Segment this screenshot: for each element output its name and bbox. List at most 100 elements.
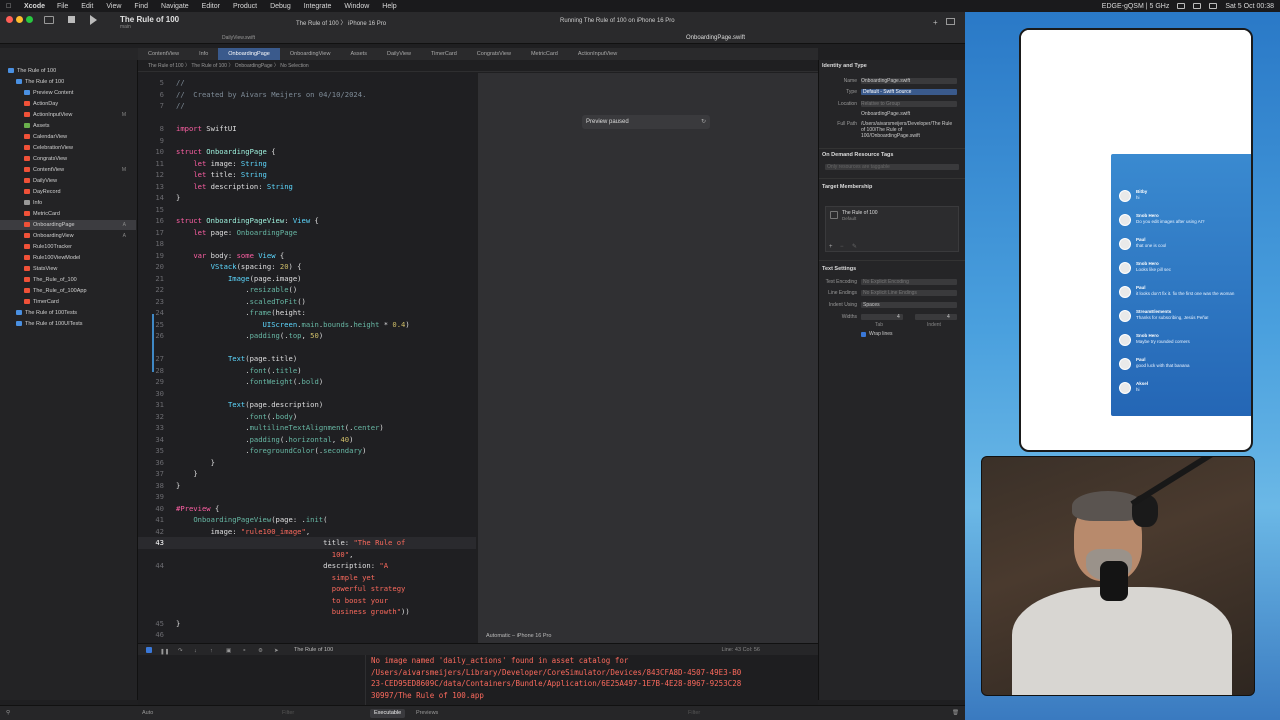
preview-canvas[interactable]: Preview paused ↻ Automatic – iPhone 16 P… — [478, 73, 818, 643]
file-tree-item[interactable]: ContentView M — [0, 165, 136, 175]
previews-segment[interactable]: Previews — [412, 709, 442, 718]
tab-dailyview-file[interactable]: DailyView.swift — [222, 35, 255, 41]
file-tree-item[interactable]: MetricCard — [0, 209, 136, 219]
code-line[interactable]: to boost your — [138, 595, 476, 607]
menu-debug[interactable]: Debug — [270, 3, 291, 10]
menu-clock[interactable]: Sat 5 Oct 00:38 — [1225, 3, 1274, 10]
tab-onboardingpage[interactable]: OnboardingPage — [218, 48, 280, 60]
code-line[interactable]: 24 .frame(height: — [138, 307, 476, 319]
code-line[interactable]: simple yet — [138, 572, 476, 584]
code-line[interactable]: 5 // — [138, 77, 476, 89]
close-window-button[interactable] — [6, 16, 13, 23]
menu-help[interactable]: Help — [382, 3, 396, 10]
code-line[interactable] — [138, 112, 476, 124]
line-endings-popup[interactable]: No Explicit Line Endings — [861, 290, 957, 296]
file-tree-item[interactable]: Rule100ViewModel — [0, 253, 136, 263]
inspector-toggle-icon[interactable] — [946, 18, 955, 25]
add-target-icon[interactable]: + — [829, 244, 833, 250]
executable-segment[interactable]: Executable — [370, 709, 406, 718]
branch-label[interactable]: main — [120, 24, 131, 30]
code-line[interactable]: business growth")) — [138, 606, 476, 618]
code-line[interactable]: 21 Image(page.image) — [138, 273, 476, 285]
menu-editor[interactable]: Editor — [202, 3, 220, 10]
code-line[interactable]: 42 image: "rule100_image", — [138, 526, 476, 538]
menu-file[interactable]: File — [57, 3, 68, 10]
zoom-window-button[interactable] — [26, 16, 33, 23]
encoding-popup[interactable]: No Explicit Encoding — [861, 279, 957, 285]
active-file-title[interactable]: OnboardingPage.swift — [686, 35, 745, 41]
code-editor[interactable]: 5 // 6 // Created by Aivars Meijers on 04/1… — [138, 73, 476, 643]
code-line[interactable]: 37 } — [138, 468, 476, 480]
code-line[interactable]: 31 Text(page.description) — [138, 399, 476, 411]
tab-info[interactable]: Info — [189, 48, 218, 60]
file-tree-item[interactable]: StatsView — [0, 264, 136, 274]
tab-contentview[interactable]: ContentView — [138, 48, 189, 60]
code-line[interactable]: 10 struct OnboardingPage { — [138, 146, 476, 158]
add-icon[interactable]: + — [933, 18, 941, 27]
simulator-window[interactable]: Bitby hi Snob Hero Do you edit images after… — [1019, 28, 1253, 452]
file-tree-item[interactable]: DailyView — [0, 176, 136, 186]
variables-view[interactable] — [138, 655, 366, 705]
tab-actioninputview[interactable]: ActionInputView — [568, 48, 627, 60]
file-tree-item[interactable]: The Rule of 100UITests — [0, 319, 136, 329]
sidebar-toggle-icon[interactable] — [44, 16, 54, 24]
menu-app-name[interactable]: Xcode — [24, 3, 45, 10]
remove-target-icon[interactable]: − — [840, 244, 844, 250]
code-line[interactable]: 9 — [138, 135, 476, 147]
file-tree-item[interactable]: The_Rule_of_100App — [0, 286, 136, 296]
type-popup[interactable]: Default - Swift Source — [861, 89, 957, 95]
refresh-icon[interactable]: ↻ — [701, 115, 706, 129]
file-tree-item[interactable]: ActionDay — [0, 99, 136, 109]
code-line[interactable]: 17 let page: OnboardingPage — [138, 227, 476, 239]
code-line[interactable]: 44 description: "A — [138, 560, 476, 572]
code-line[interactable]: 16 struct OnboardingPageView: View { — [138, 215, 476, 227]
code-line[interactable]: 38} — [138, 480, 476, 492]
code-line[interactable]: 18 — [138, 238, 476, 250]
menu-product[interactable]: Product — [233, 3, 257, 10]
code-line[interactable]: 46 — [138, 629, 476, 641]
code-line[interactable]: 11 let image: String — [138, 158, 476, 170]
menu-navigate[interactable]: Navigate — [161, 3, 189, 10]
wifi-icon[interactable] — [1193, 3, 1202, 9]
indent-using-popup[interactable]: Spaces — [861, 302, 957, 308]
code-line[interactable]: 28 .font(.title) — [138, 365, 476, 377]
code-line[interactable]: 7 // — [138, 100, 476, 112]
file-tree-item[interactable]: Assets — [0, 121, 136, 131]
jump-bar[interactable]: The Rule of 100 〉 The Rule of 100 〉 Onbo… — [138, 60, 818, 72]
code-line[interactable]: 45} — [138, 618, 476, 630]
menu-find[interactable]: Find — [134, 3, 148, 10]
code-line[interactable]: 40 #Preview { — [138, 503, 476, 515]
code-line[interactable]: 19 var body: some View { — [138, 250, 476, 262]
code-line[interactable]: 29 .fontWeight(.bold) — [138, 376, 476, 388]
tab-dailyview[interactable]: DailyView — [377, 48, 421, 60]
control-center-icon[interactable] — [1209, 3, 1218, 9]
code-line[interactable]: 27 Text(page.title) — [138, 353, 476, 365]
code-line[interactable]: 6 // Created by Aivars Meijers on 04/10/2… — [138, 89, 476, 101]
code-line[interactable]: 30 — [138, 388, 476, 400]
code-line[interactable]: 13 let description: String — [138, 181, 476, 193]
tab-assets[interactable]: Assets — [340, 48, 377, 60]
network-label[interactable]: EDGE-gQSM | 5 GHz — [1102, 3, 1170, 10]
file-tree-item[interactable]: Preview Content — [0, 88, 136, 98]
code-line[interactable]: 43 title: "The Rule of — [138, 537, 476, 549]
code-line[interactable]: 100", — [138, 549, 476, 561]
file-tree-item[interactable]: The Rule of 100 — [0, 77, 136, 87]
file-tree-item[interactable]: ActionInputView M — [0, 110, 136, 120]
preview-paused-banner[interactable]: Preview paused ↻ — [582, 115, 710, 129]
tab-congratsview[interactable]: CongratsView — [467, 48, 521, 60]
edit-target-icon[interactable]: ✎ — [852, 243, 857, 250]
file-tree-item[interactable]: The Rule of 100 — [0, 66, 136, 76]
tab-timercard[interactable]: TimerCard — [421, 48, 467, 60]
code-line[interactable]: 33 .multilineTextAlignment(.center) — [138, 422, 476, 434]
filter-icon[interactable]: ⚲ — [6, 706, 10, 720]
file-tree-item[interactable]: DayRecord — [0, 187, 136, 197]
file-tree-item[interactable]: CelebrationView — [0, 143, 136, 153]
menu-window[interactable]: Window — [344, 3, 369, 10]
code-line[interactable]: 34 .padding(.horizontal, 40) — [138, 434, 476, 446]
code-line[interactable]: 22 .resizable() — [138, 284, 476, 296]
file-tree-item[interactable]: CalendarView — [0, 132, 136, 142]
file-tree-item[interactable]: The Rule of 100Tests — [0, 308, 136, 318]
run-icon[interactable] — [90, 15, 97, 25]
code-line[interactable]: 32 .font(.body) — [138, 411, 476, 423]
battery-icon[interactable] — [1177, 3, 1186, 9]
